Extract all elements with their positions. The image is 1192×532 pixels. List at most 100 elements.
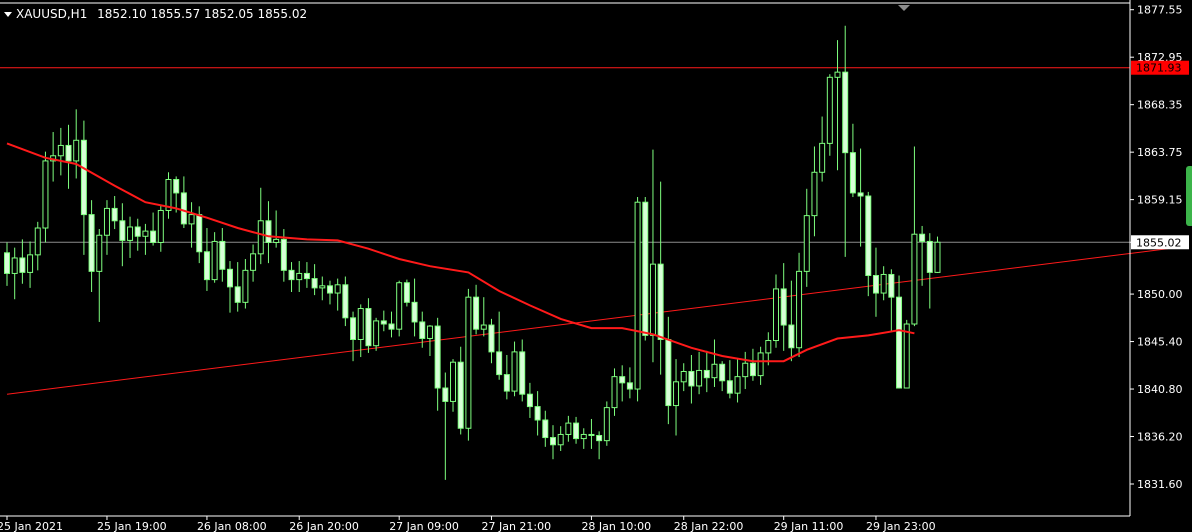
candle-body [265, 220, 272, 243]
candle [403, 279, 410, 307]
candle-body [65, 144, 72, 162]
candle-body [11, 257, 18, 274]
candle-body [365, 308, 372, 347]
candle-body [872, 274, 879, 294]
chart-header: XAUUSD,H1 1852.10 1855.57 1852.05 1855.0… [4, 7, 307, 21]
candle-body [296, 272, 303, 281]
y-tick-label: 1863.75 [1137, 146, 1183, 159]
candle-body [465, 296, 472, 429]
candle-body [934, 241, 941, 273]
candle-body [73, 139, 80, 162]
candle-body [150, 230, 157, 243]
candle-body [596, 434, 603, 442]
candle-body [849, 152, 856, 194]
candle [634, 197, 641, 402]
candle-body [565, 422, 572, 435]
candle-body [411, 301, 418, 323]
candle-body [819, 142, 826, 173]
candle-body [380, 320, 387, 325]
candle-body [711, 363, 718, 379]
x-tick-label: 26 Jan 08:00 [197, 520, 267, 532]
candle-body [419, 321, 426, 339]
candle-body [203, 251, 210, 281]
candle-body [103, 207, 110, 236]
candle-body [42, 160, 49, 229]
candle-body [88, 214, 95, 272]
candle-body [834, 71, 841, 78]
svg-text:XAUUSD,H1 1852.10 1855.5: XAUUSD,H1 1852.10 1855.57 1852.05 1855.0… [16, 7, 307, 21]
candle-body [673, 381, 680, 407]
candle-body [234, 286, 241, 303]
candle-body [719, 363, 726, 382]
candle-body [580, 433, 587, 440]
candle-body [4, 252, 10, 274]
candle-body [442, 387, 449, 402]
candle-body [142, 230, 149, 237]
candle-body [388, 323, 395, 330]
y-tick-label: 1868.35 [1137, 99, 1183, 112]
candle-body [626, 382, 633, 390]
y-tick-label: 1877.55 [1137, 4, 1183, 17]
candle-body [811, 171, 818, 217]
candle-body [134, 226, 141, 237]
candle-body [826, 76, 833, 144]
candle-body [334, 284, 341, 294]
candle-body [27, 254, 34, 273]
candle-body [688, 370, 695, 387]
candle-body [211, 240, 218, 281]
candle-body [649, 263, 656, 336]
candle [903, 319, 910, 389]
y-tick-label: 1831.60 [1137, 478, 1183, 491]
price-chart[interactable]: 1877.551872.951868.351863.751859.151855.… [0, 0, 1192, 532]
candle-body [250, 253, 257, 271]
candle-body [80, 139, 87, 216]
candle-body [788, 324, 795, 349]
candle [396, 280, 403, 337]
candle-body [373, 320, 380, 347]
candle-body [865, 195, 872, 276]
y-tick-label: 1859.15 [1137, 194, 1183, 207]
candle-body [196, 214, 203, 253]
scroll-edge-indicator[interactable] [1186, 166, 1192, 226]
candle-body [603, 407, 610, 442]
x-tick-label: 27 Jan 09:00 [389, 520, 459, 532]
candle-body [534, 406, 541, 421]
candle-body [188, 214, 195, 225]
candle-body [803, 215, 810, 272]
candle-body [765, 340, 772, 354]
x-tick-label: 29 Jan 11:00 [774, 520, 844, 532]
candle-body [350, 317, 357, 340]
candle-body [619, 376, 626, 384]
candle-body [119, 220, 126, 241]
candle-body [180, 192, 187, 225]
candle-body [57, 144, 64, 157]
candle-body [342, 284, 349, 319]
candle-body [903, 323, 910, 389]
candle-body [480, 324, 487, 330]
candle-body [634, 201, 641, 390]
candle-body [326, 285, 333, 294]
candle-body [888, 273, 895, 298]
candle-body [742, 362, 749, 378]
candle [465, 288, 472, 441]
y-tick-label: 1850.00 [1137, 288, 1183, 301]
candle-body [434, 325, 441, 389]
current-price-tag: 1855.02 [1136, 236, 1182, 249]
candle-body [573, 422, 580, 440]
candle-body [457, 361, 464, 429]
candle-body [842, 71, 849, 154]
candle-body [319, 285, 326, 289]
chart-background [0, 0, 1192, 532]
candle-body [696, 369, 703, 387]
candle-body [403, 282, 410, 303]
candle-body [157, 209, 164, 243]
candle-body [473, 296, 480, 330]
candle-body [488, 324, 495, 353]
candle-body [680, 370, 687, 383]
candle-body [796, 270, 803, 349]
candle-body [257, 220, 264, 255]
candle-body [703, 369, 710, 379]
candle-body [227, 268, 234, 288]
candle [826, 74, 833, 156]
candle-body [396, 282, 403, 330]
